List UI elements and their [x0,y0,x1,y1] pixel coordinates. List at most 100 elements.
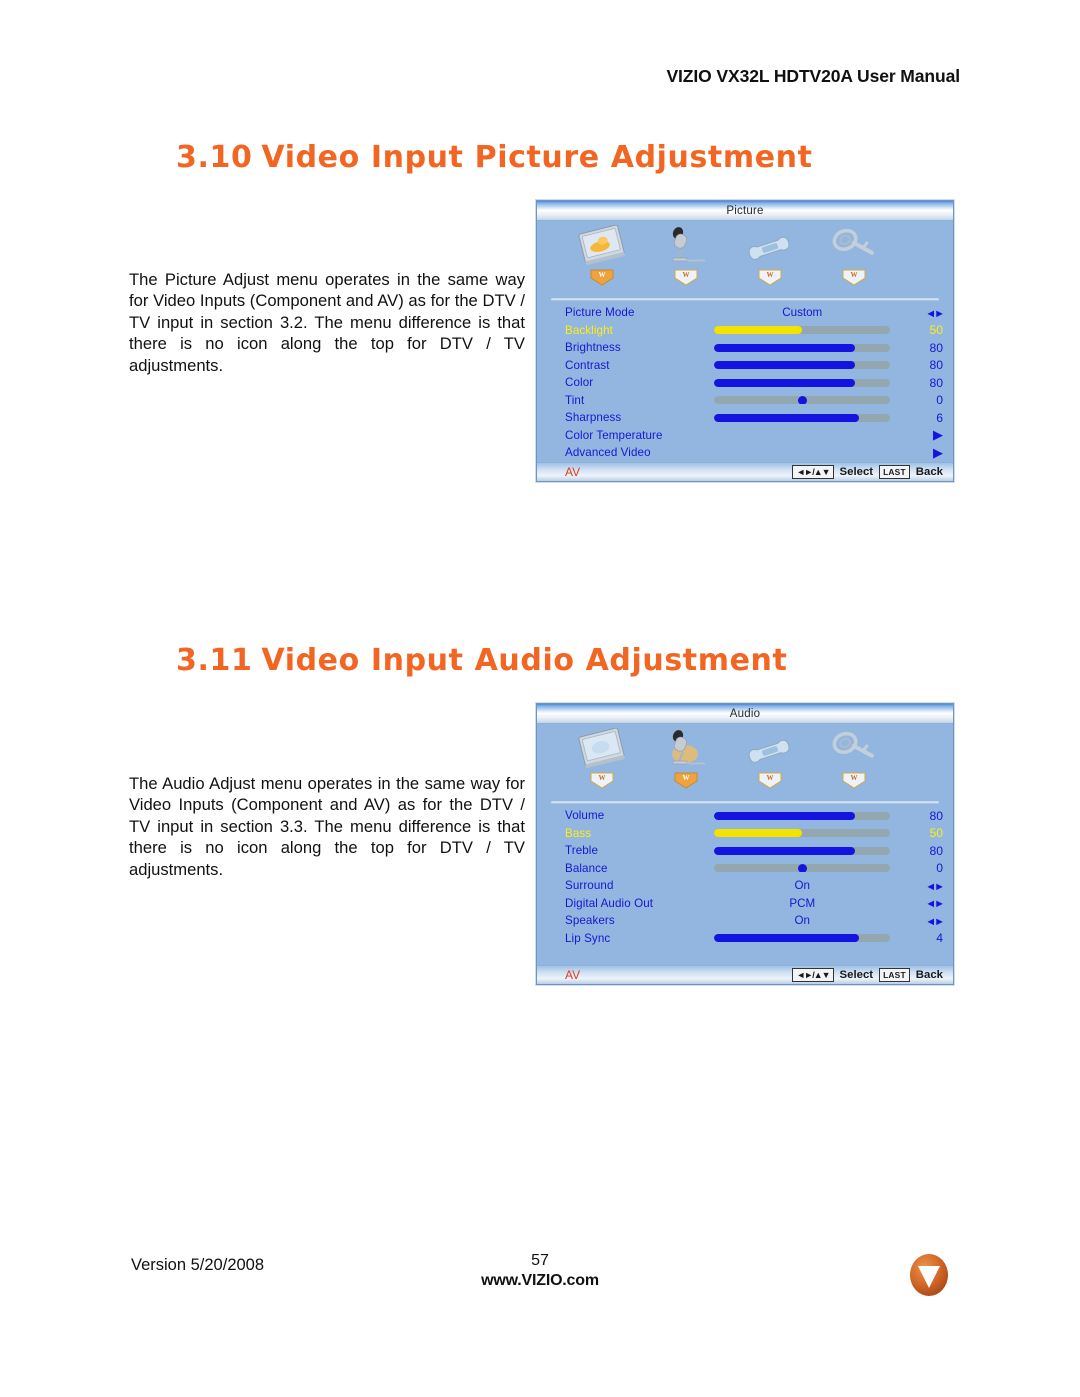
osd-row-value: 0 [936,861,943,876]
svg-text:W: W [683,271,690,279]
osd-row[interactable]: Tint 0 [537,392,953,410]
osd-row-value: ◄► [892,879,953,893]
osd-row-label: Contrast [565,358,610,372]
osd-slider[interactable] [714,361,891,370]
osd-row-value: 80 [929,375,943,390]
osd-row[interactable]: Sharpness 6 [537,409,953,427]
osd-row-control[interactable] [713,864,892,873]
osd-row[interactable]: Lip Sync 4 [537,930,953,948]
osd-row-control[interactable] [713,934,892,943]
osd-audio-title: Audio [729,707,761,720]
osd-slider-knob[interactable] [797,864,807,873]
osd-slider-fill [714,811,856,820]
osd-row-control[interactable] [713,829,892,838]
osd-slider[interactable] [714,846,891,855]
osd-row-label: Brightness [565,341,621,355]
osd-slider-knob[interactable] [797,396,807,405]
osd-icon-picture[interactable]: W [565,726,639,792]
section-heading-3-10: 3.10 Video Input Picture Adjustment [176,140,813,175]
osd-row-value: 80 [929,340,943,355]
osd-row[interactable]: Picture Mode Custom ◄► [537,304,953,322]
osd-slider-fill [714,343,856,352]
picture-screen-icon [565,223,639,267]
osd-option-value: PCM [789,896,816,910]
osd-row-control[interactable]: On [713,914,892,927]
osd-row[interactable]: Advanced Video ▶ [537,444,953,462]
osd-row-control[interactable] [713,413,892,422]
section-title: Video Input Picture Adjustment [261,140,813,175]
chevron-right-icon[interactable]: ▶ [933,427,943,443]
microphone-audio-icon [649,726,723,770]
osd-input-label: AV [565,968,581,982]
osd-icon-audio[interactable]: W [649,726,723,792]
section-body-3-11: The Audio Adjust menu operates in the sa… [129,774,525,879]
osd-slider-fill [714,413,859,422]
left-right-arrow-icon[interactable]: ◄► [925,898,945,910]
key-parental-icon [817,726,891,770]
osd-row[interactable]: Surround On ◄► [537,877,953,895]
osd-row-label: Color Temperature [565,428,663,442]
osd-picture-footer: AV ◄►/▲▼ Select LAST Back [537,462,953,481]
left-right-arrow-icon[interactable]: ◄► [925,308,945,320]
osd-icon-picture[interactable]: W [565,223,639,289]
osd-row-value: 80 [929,808,943,823]
osd-slider[interactable] [714,829,891,838]
osd-slider[interactable] [714,326,891,335]
osd-row-control[interactable]: On [713,879,892,892]
wrench-setup-icon [733,726,807,770]
osd-row[interactable]: Bass 50 [537,825,953,843]
osd-row-control[interactable] [713,846,892,855]
osd-option-value: Custom [782,306,823,320]
osd-row-value: ◄► [892,306,953,320]
osd-row-control[interactable] [713,361,892,370]
osd-row-control[interactable]: PCM [713,897,892,910]
osd-row-control[interactable] [713,811,892,820]
osd-icon-setup[interactable]: W [733,726,807,792]
osd-option-value: On [794,914,810,928]
osd-hint-group: ◄►/▲▼ Select LAST Back [792,465,943,479]
left-right-arrow-icon[interactable]: ◄► [925,916,945,928]
osd-row[interactable]: Brightness 80 [537,339,953,357]
osd-row-control[interactable] [713,378,892,387]
osd-row[interactable]: Contrast 80 [537,357,953,375]
nav-arrows-key: ◄►/▲▼ [792,968,834,982]
osd-slider[interactable] [714,343,891,352]
osd-row[interactable]: Treble 80 [537,842,953,860]
osd-row[interactable]: Speakers On ◄► [537,912,953,930]
osd-row-label: Bass [565,826,592,840]
osd-row[interactable]: Backlight 50 [537,322,953,340]
osd-slider[interactable] [714,934,891,943]
osd-row[interactable]: Color 80 [537,374,953,392]
osd-row-label: Sharpness [565,411,622,425]
osd-slider-fill [714,934,859,943]
osd-slider[interactable] [714,396,891,405]
osd-row[interactable]: Volume 80 [537,807,953,825]
osd-slider[interactable] [714,413,891,422]
osd-slider[interactable] [714,864,891,873]
osd-slider[interactable] [714,811,891,820]
section-body-3-10: The Picture Adjust menu operates in the … [129,270,525,375]
osd-icon-parental[interactable]: W [817,223,891,289]
osd-row[interactable]: Digital Audio Out PCM ◄► [537,895,953,913]
back-hint-label: Back [915,969,943,981]
osd-icon-tab: W [674,269,698,286]
osd-icon-parental[interactable]: W [817,726,891,792]
osd-icon-audio[interactable]: W [649,223,723,289]
section-heading-3-11: 3.11 Video Input Audio Adjustment [176,643,787,678]
osd-row-control[interactable] [713,326,892,335]
osd-icon-divider [551,298,939,301]
osd-icon-tab-selected: W [674,772,698,789]
osd-row-control[interactable]: Custom [713,306,892,319]
chevron-right-icon[interactable]: ▶ [933,445,943,461]
osd-row-control[interactable] [713,343,892,352]
osd-slider-fill [714,361,856,370]
osd-audio-icon-strip: W W W W [537,724,953,806]
osd-row[interactable]: Balance 0 [537,860,953,878]
osd-icon-setup[interactable]: W [733,223,807,289]
osd-audio-menu: Audio W W W W Volume 80 Bass 50 Treble 8… [536,703,954,985]
left-right-arrow-icon[interactable]: ◄► [925,881,945,893]
osd-row-control[interactable] [713,396,892,405]
osd-slider[interactable] [714,378,891,387]
osd-row[interactable]: Color Temperature ▶ [537,427,953,445]
osd-row-label: Lip Sync [565,931,611,945]
